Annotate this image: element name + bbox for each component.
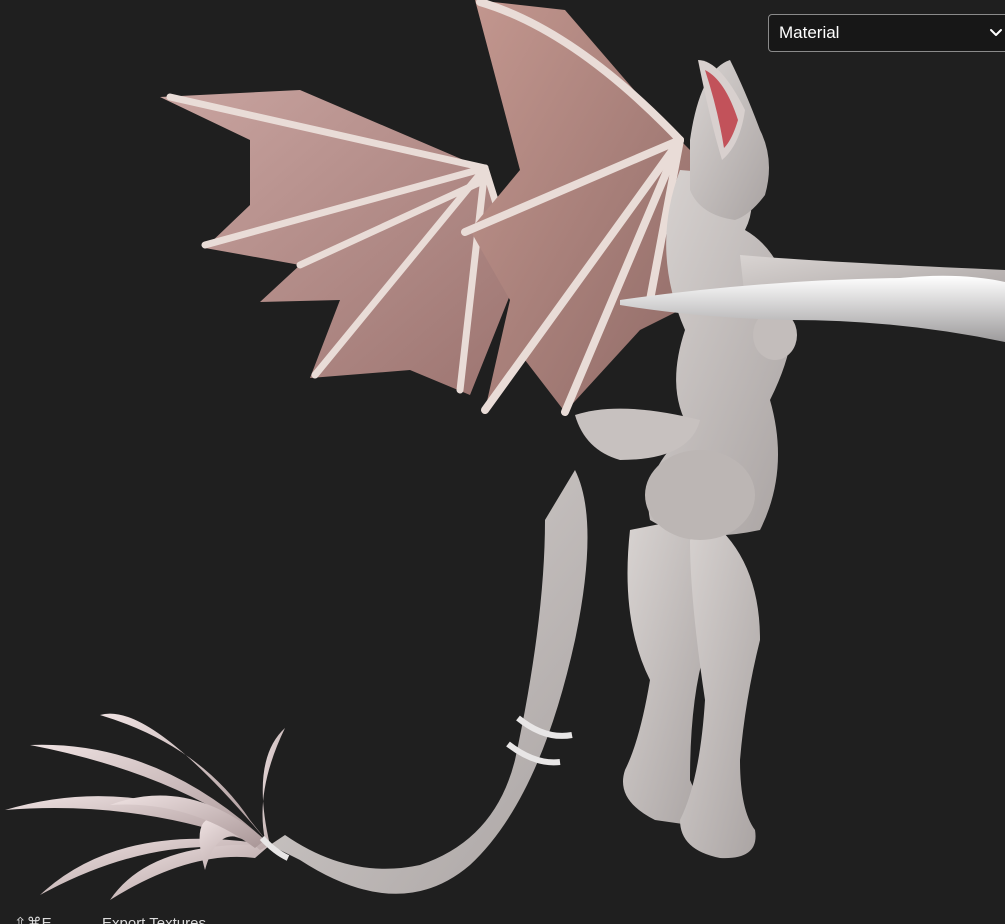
export-textures-button[interactable]: Export Textures (102, 915, 206, 924)
3d-viewport[interactable] (0, 0, 1005, 924)
right-wing (461, 0, 700, 416)
export-shortcut: ⇧⌘E (14, 915, 52, 924)
bottom-toolbar: ⇧⌘E Export Textures (0, 912, 1005, 924)
shading-mode-dropdown[interactable]: Material (768, 14, 1005, 52)
hip (645, 450, 755, 540)
chevron-down-icon (990, 29, 1002, 36)
bat-creature-model (5, 0, 1005, 900)
left-wing (160, 90, 524, 395)
shading-mode-value: Material (779, 23, 840, 42)
tail-tuft (5, 713, 285, 900)
tail (270, 470, 588, 894)
